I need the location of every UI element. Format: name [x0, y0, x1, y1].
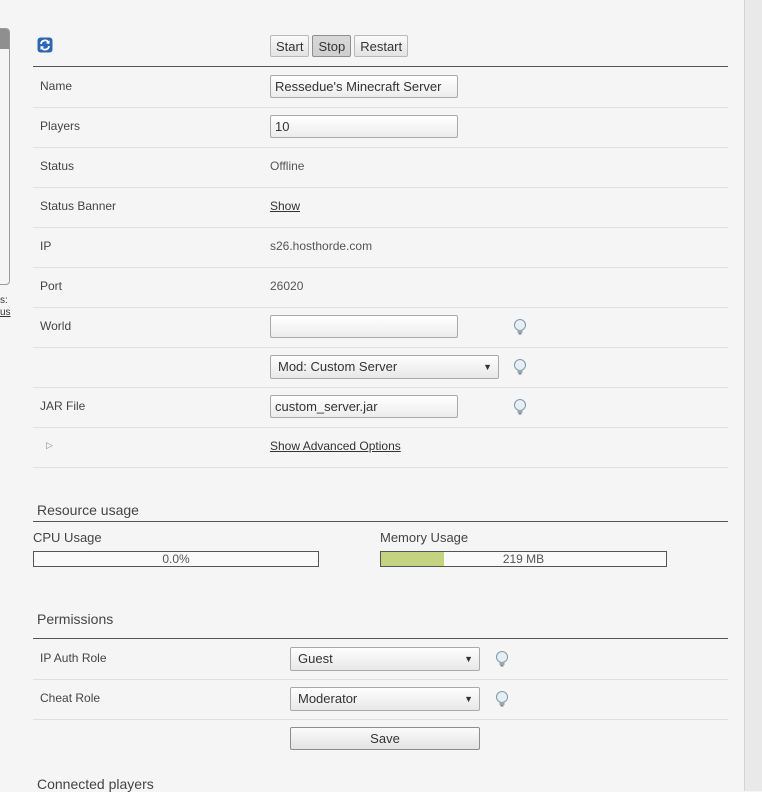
power-button-group: Start Stop Restart: [270, 35, 409, 57]
status-value: Offline: [270, 159, 305, 173]
right-scroll-edge: [744, 0, 762, 791]
ip-auth-role-label: IP Auth Role: [40, 651, 107, 665]
left-panel-edge: [0, 28, 10, 285]
memory-usage-text: 219 MB: [502, 552, 545, 566]
left-panel-header: [0, 29, 9, 49]
show-advanced-options-link[interactable]: Show Advanced Options: [270, 439, 401, 453]
server-name-input[interactable]: [270, 75, 458, 98]
port-value: 26020: [270, 279, 304, 293]
lightbulb-icon[interactable]: [494, 690, 510, 708]
lightbulb-icon[interactable]: [512, 318, 528, 336]
jar-file-row: JAR File: [33, 387, 728, 428]
status-banner-label: Status Banner: [40, 199, 117, 213]
lightbulb-icon[interactable]: [494, 650, 510, 668]
left-fragment-text: s:: [0, 295, 8, 306]
permissions-title: Permissions: [37, 611, 114, 627]
cpu-usage-text: 0.0%: [162, 552, 190, 566]
cheat-role-value: Moderator: [298, 691, 358, 706]
players-row: Players: [33, 107, 728, 148]
memory-usage-label: Memory Usage: [380, 530, 469, 545]
ip-value: s26.hosthorde.com: [270, 239, 373, 253]
world-input[interactable]: [270, 315, 458, 338]
world-label: World: [40, 319, 72, 333]
memory-usage-bar: 219 MB: [380, 551, 667, 567]
stop-button[interactable]: Stop: [312, 35, 352, 57]
port-label: Port: [40, 279, 63, 293]
mod-select[interactable]: Mod: Custom Server ▼: [270, 355, 499, 379]
world-row: World: [33, 307, 728, 348]
chevron-down-icon: ▼: [464, 694, 473, 704]
name-row: Name: [33, 67, 728, 108]
jar-file-input[interactable]: [270, 395, 458, 418]
players-input[interactable]: [270, 115, 458, 138]
ip-auth-role-value: Guest: [298, 651, 333, 666]
ip-row: IP s26.hosthorde.com: [33, 227, 728, 268]
ip-auth-role-row: IP Auth Role Guest ▼: [33, 639, 728, 680]
name-label: Name: [40, 79, 73, 93]
jar-file-label: JAR File: [40, 399, 86, 413]
permissions-heading: Permissions: [33, 609, 728, 639]
lightbulb-icon[interactable]: [512, 398, 528, 416]
cheat-role-row: Cheat Role Moderator ▼: [33, 679, 728, 720]
cpu-usage-label: CPU Usage: [33, 530, 102, 545]
status-label: Status: [40, 159, 75, 173]
expand-triangle-icon[interactable]: ▷: [46, 440, 53, 451]
left-fragment-link[interactable]: us: [0, 307, 11, 318]
mod-row: Mod: Custom Server ▼: [33, 347, 728, 388]
restart-button[interactable]: Restart: [354, 35, 409, 57]
connected-players-heading: Connected players: [37, 776, 154, 792]
ip-label: IP: [40, 239, 52, 253]
players-label: Players: [40, 119, 81, 133]
status-banner-show-link[interactable]: Show: [270, 199, 300, 213]
save-button[interactable]: Save: [290, 727, 480, 750]
cpu-usage-bar: 0.0%: [33, 551, 319, 567]
server-toolbar: Start Stop Restart: [33, 33, 728, 67]
status-banner-row: Status Banner Show: [33, 187, 728, 228]
cheat-role-label: Cheat Role: [40, 691, 101, 705]
ip-auth-role-select[interactable]: Guest ▼: [290, 647, 480, 671]
port-row: Port 26020: [33, 267, 728, 308]
refresh-icon[interactable]: [37, 37, 53, 53]
lightbulb-icon[interactable]: [512, 358, 528, 376]
cheat-role-select[interactable]: Moderator ▼: [290, 687, 480, 711]
start-button[interactable]: Start: [270, 35, 310, 57]
resource-usage-title: Resource usage: [37, 502, 139, 518]
status-row: Status Offline: [33, 147, 728, 188]
advanced-options-row: ▷ Show Advanced Options: [33, 427, 728, 468]
mod-select-value: Mod: Custom Server: [278, 359, 398, 374]
chevron-down-icon: ▼: [483, 362, 492, 372]
chevron-down-icon: ▼: [464, 654, 473, 664]
resource-usage-heading: Resource usage: [33, 500, 728, 522]
